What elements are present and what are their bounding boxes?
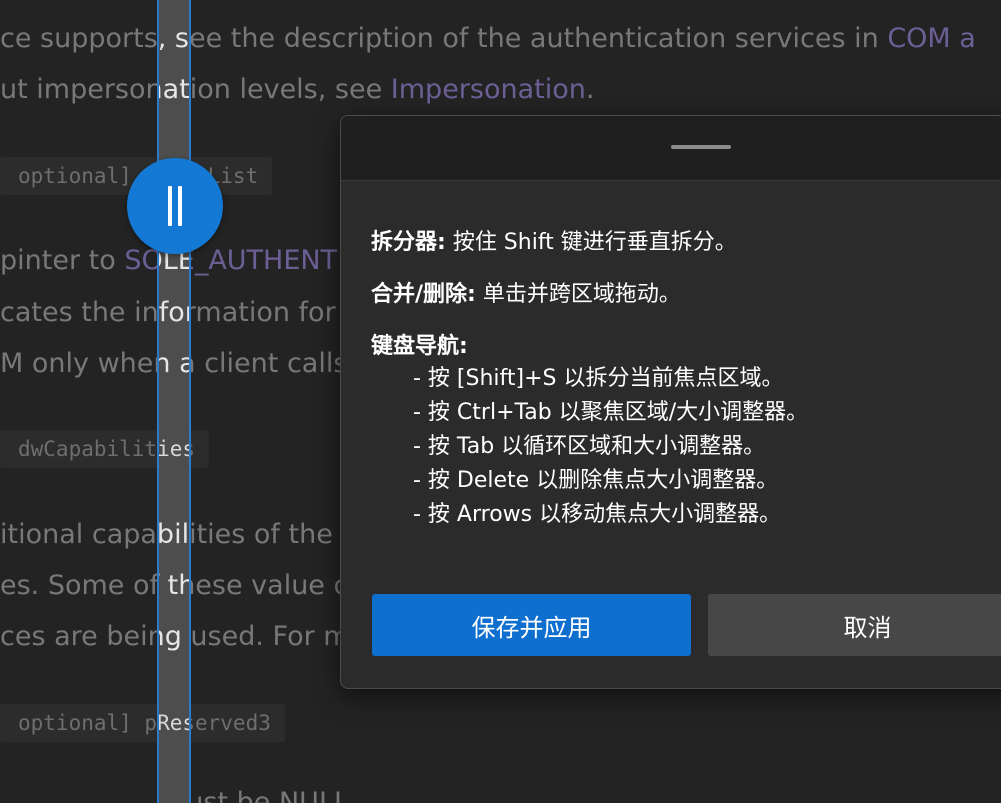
dialog-header[interactable] [341, 116, 1001, 181]
list-item: - 按 Arrows 以移动焦点大小调整器。 [413, 502, 782, 527]
list-item: - 按 [Shift]+S 以拆分当前焦点区域。 [413, 366, 784, 391]
list-item: - 按 Delete 以删除焦点大小调整器。 [413, 468, 779, 493]
merge-label: 合并/删除: [371, 282, 476, 307]
keyboard-help-row: 键盘导航: [371, 332, 808, 362]
save-apply-button[interactable]: 保存并应用 [372, 594, 691, 656]
doc-link-com[interactable]: COM a [887, 23, 976, 54]
splitter-doc-line: es. Some of these value c [159, 570, 189, 601]
resize-grip-icon[interactable] [127, 158, 223, 254]
splitter-doc-line: ce supports, see the description of the … [157, 23, 189, 54]
splitter-help-row: 拆分器: 按住 Shift 键进行垂直拆分。 [371, 228, 808, 258]
grip-bar [168, 186, 172, 226]
splitter-code-chip: dwCapabilities [157, 437, 189, 461]
merge-help-row: 合并/删除: 单击并跨区域拖动。 [371, 280, 808, 310]
splitter-doc-line: M only when a client calls [159, 347, 189, 381]
splitter-text: 按住 Shift 键进行垂直拆分。 [452, 230, 737, 255]
code-chip-preserved3: optional] pReserved3 [0, 704, 285, 742]
doc-line: ut impersonation levels, see Impersonati… [0, 73, 594, 107]
splitter-doc-line: ces are being used. For m [159, 621, 189, 652]
doc-text: ut impersonation levels, see [0, 74, 391, 105]
keyboard-nav-list: - 按 [Shift]+S 以拆分当前焦点区域。 - 按 Ctrl+Tab 以聚… [371, 362, 808, 532]
splitter-doc-line: cates the information for [158, 297, 189, 328]
drag-handle-icon[interactable] [671, 145, 731, 149]
grip-bar [178, 186, 182, 226]
keyboard-label: 键盘导航: [371, 334, 468, 359]
doc-text: . [585, 74, 595, 105]
splitter-label: 拆分器: [371, 230, 446, 255]
doc-text: pinter to [0, 245, 125, 276]
doc-text: ce supports, see the description of the … [0, 23, 888, 54]
splitter-resizer[interactable]: ce supports, see the description of the … [157, 0, 191, 803]
list-item: - 按 Tab 以循环区域和大小调整器。 [413, 434, 766, 459]
splitter-code-chip: optional] pReserved3 [157, 711, 189, 735]
splitter-help-dialog: 拆分器: 按住 Shift 键进行垂直拆分。 合并/删除: 单击并跨区域拖动。 … [340, 115, 1001, 689]
list-item: - 按 Ctrl+Tab 以聚焦区域/大小调整器。 [413, 400, 809, 425]
doc-line: ce supports, see the description of the … [0, 22, 976, 56]
doc-link-impersonation[interactable]: Impersonation [391, 74, 586, 105]
splitter-doc-line: ut impersonation levels, see Impersonati… [159, 74, 190, 105]
cancel-button[interactable]: 取消 [708, 594, 1001, 656]
splitter-doc-line: itional capabilities of the [157, 519, 190, 550]
merge-text: 单击并跨区域拖动。 [482, 282, 681, 307]
dialog-body: 拆分器: 按住 Shift 键进行垂直拆分。 合并/删除: 单击并跨区域拖动。 … [371, 228, 808, 532]
